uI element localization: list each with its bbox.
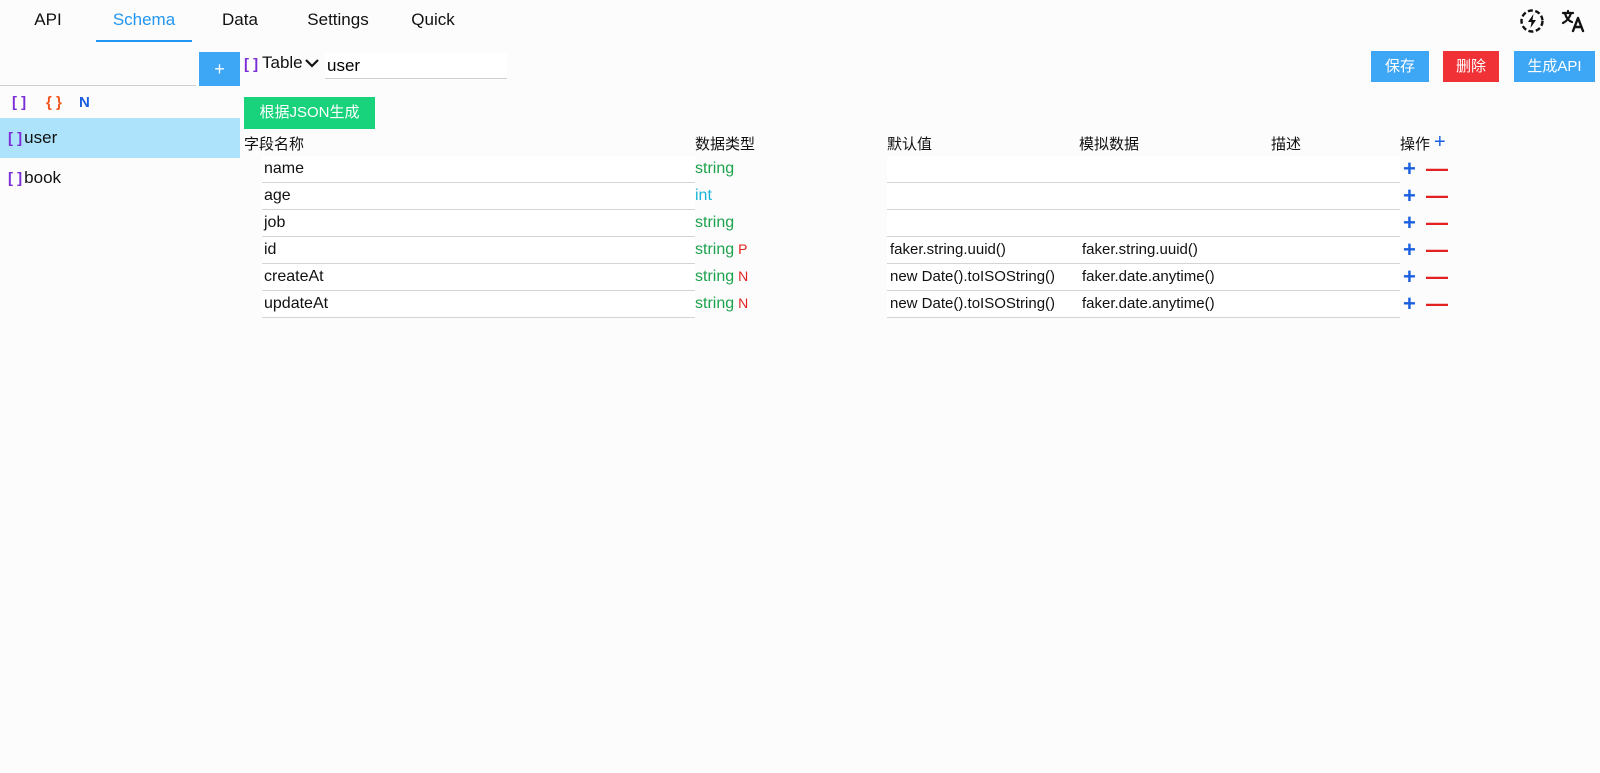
insert-row-button[interactable]: + (1403, 182, 1416, 209)
field-extra (887, 210, 1400, 237)
field-extra: new Date().toISOString() faker.date.anyt… (887, 291, 1400, 318)
tab-quick[interactable]: Quick (408, 0, 458, 42)
field-name-input[interactable]: updateAt (262, 291, 695, 318)
schema-name-input[interactable] (325, 53, 507, 79)
field-type-select[interactable]: string N (695, 291, 748, 318)
field-mock-input[interactable]: faker.date.anytime() (1082, 291, 1272, 316)
field-type-value: int (695, 187, 712, 204)
remove-row-button[interactable]: — (1426, 290, 1448, 317)
insert-row-button[interactable]: + (1403, 209, 1416, 236)
remove-row-button[interactable]: — (1426, 263, 1448, 290)
tab-settings[interactable]: Settings (300, 0, 376, 42)
remove-row-button[interactable]: — (1426, 236, 1448, 263)
tab-api[interactable]: API (26, 0, 70, 42)
remove-row-button[interactable]: — (1426, 209, 1448, 236)
insert-row-button[interactable]: + (1403, 290, 1416, 317)
schema-kind-select[interactable]: Table (262, 53, 319, 73)
table-row: age int + — (0, 183, 1600, 210)
schema-item-label: user (24, 128, 58, 147)
header-actions: 操作 (1400, 136, 1431, 153)
generate-api-button[interactable]: 生成API (1514, 51, 1595, 82)
field-default-input[interactable]: faker.string.uuid() (890, 237, 1080, 262)
add-field-button[interactable]: + (1434, 131, 1446, 154)
filter-number[interactable]: N (79, 94, 90, 111)
table-row: id string P faker.string.uuid() faker.str… (0, 237, 1600, 264)
not-null-flag: N (738, 295, 749, 311)
field-default-input[interactable]: new Date().toISOString() (890, 264, 1080, 289)
insert-row-button[interactable]: + (1403, 263, 1416, 290)
header-field-name: 字段名称 (244, 136, 305, 153)
bolt-circle-icon[interactable] (1519, 8, 1545, 34)
tab-data[interactable]: Data (216, 0, 264, 42)
save-button[interactable]: 保存 (1371, 51, 1429, 82)
field-extra (887, 183, 1400, 210)
table-bracket-icon: [ ] (8, 130, 23, 147)
filter-table[interactable]: [ ] (12, 94, 26, 111)
field-type-value: string (695, 241, 735, 258)
field-type-select[interactable]: string N (695, 264, 748, 291)
field-extra: new Date().toISOString() faker.date.anyt… (887, 264, 1400, 291)
table-row: name string + — (0, 156, 1600, 183)
add-schema-button[interactable]: + (199, 52, 240, 86)
schema-item-user[interactable]: [ ] user (0, 118, 240, 158)
not-null-flag: N (738, 268, 749, 284)
field-type-value: string (695, 214, 735, 231)
field-type-select[interactable]: string (695, 156, 738, 183)
field-type-select[interactable]: string (695, 210, 738, 237)
field-type-select[interactable]: string P (695, 237, 747, 264)
header-data-type: 数据类型 (695, 136, 756, 153)
field-mock-input[interactable]: faker.string.uuid() (1082, 237, 1272, 262)
field-type-select[interactable]: int (695, 183, 716, 210)
table-bracket-icon: [ ] (244, 56, 259, 73)
field-mock-input[interactable]: faker.date.anytime() (1082, 264, 1272, 289)
tab-schema[interactable]: Schema (96, 0, 192, 42)
field-name-input[interactable]: id (262, 237, 695, 264)
field-type-value: string (695, 295, 735, 312)
header-description: 描述 (1271, 136, 1302, 153)
translate-icon[interactable] (1561, 8, 1587, 34)
filter-object[interactable]: { } (46, 94, 62, 111)
remove-row-button[interactable]: — (1426, 182, 1448, 209)
field-name-input[interactable]: job (262, 210, 695, 237)
field-name-input[interactable]: name (262, 156, 695, 183)
header-mock-data: 模拟数据 (1079, 136, 1140, 153)
field-name-input[interactable]: createAt (262, 264, 695, 291)
table-row: job string + — (0, 210, 1600, 237)
generate-from-json-button[interactable]: 根据JSON生成 (244, 97, 375, 129)
remove-row-button[interactable]: — (1426, 155, 1448, 182)
field-default-input[interactable]: new Date().toISOString() (890, 291, 1080, 316)
field-extra (887, 156, 1400, 183)
header-default-value: 默认值 (887, 136, 933, 153)
new-schema-name-input[interactable] (0, 52, 196, 86)
delete-button[interactable]: 删除 (1443, 51, 1499, 82)
schema-kind-value: Table (262, 53, 303, 72)
field-name-input[interactable]: age (262, 183, 695, 210)
field-type-value: string (695, 160, 735, 177)
insert-row-button[interactable]: + (1403, 155, 1416, 182)
field-extra: faker.string.uuid() faker.string.uuid() (887, 237, 1400, 264)
table-row: createAt string N new Date().toISOString(… (0, 264, 1600, 291)
top-nav: API Schema Data Settings Quick (0, 0, 1600, 42)
field-type-value: string (695, 268, 735, 285)
insert-row-button[interactable]: + (1403, 236, 1416, 263)
chevron-down-icon (304, 59, 319, 68)
primary-key-flag: P (738, 241, 748, 257)
table-row: updateAt string N new Date().toISOString(… (0, 291, 1600, 318)
